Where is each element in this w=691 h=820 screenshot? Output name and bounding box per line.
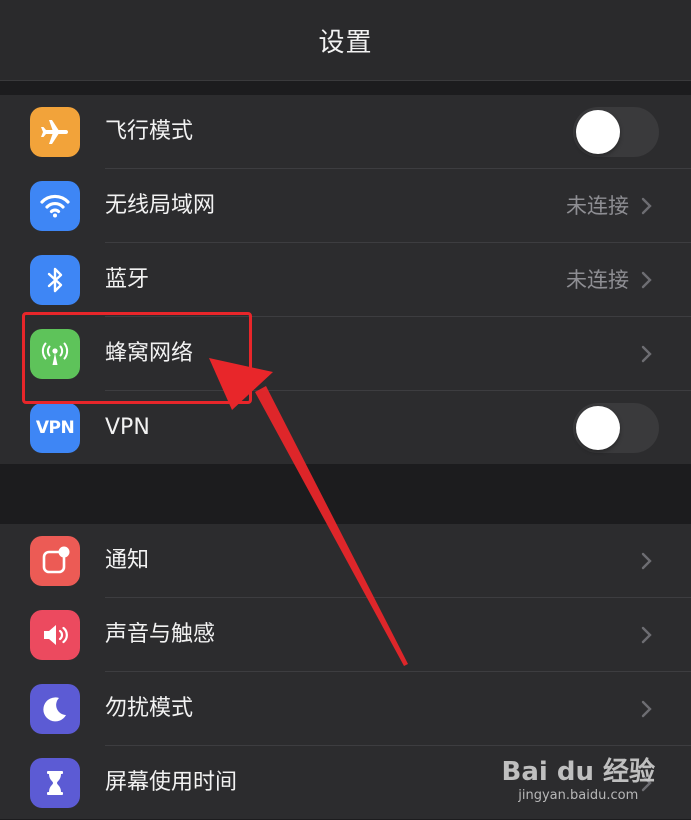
chevron-right-icon [641,626,652,644]
watermark: Bai du 经验 jingyan.baidu.com [502,751,656,803]
row-notifications[interactable]: 通知 [0,524,691,598]
highlight-box [22,312,252,404]
row-label: 屏幕使用时间 [105,770,238,795]
status-value: 未连接 [566,268,629,292]
chevron-right-icon [641,700,652,718]
hourglass-icon [30,758,80,808]
section-gap [0,81,691,95]
row-label: 无线局域网 [105,193,216,218]
row-label: 勿扰模式 [105,696,194,721]
row-airplane-mode[interactable]: 飞行模式 [0,95,691,169]
vpn-icon: VPN [30,403,80,453]
vpn-toggle[interactable] [573,403,659,453]
wifi-icon [30,181,80,231]
chevron-right-icon [641,197,652,215]
chevron-right-icon [641,345,652,363]
row-wlan[interactable]: 无线局域网 未连接 [0,169,691,243]
speaker-icon [30,610,80,660]
status-value: 未连接 [566,194,629,218]
page-title: 设置 [318,27,373,58]
row-label: 飞行模式 [105,119,194,144]
toggle-knob [576,110,620,154]
row-do-not-disturb[interactable]: 勿扰模式 [0,672,691,746]
connectivity-group: 飞行模式 无线局域网 未连接 蓝牙 未连接 蜂窝网络 VPN VPN [0,95,691,464]
navigation-bar: 设置 [0,0,691,81]
notifications-icon [30,536,80,586]
row-label: 蓝牙 [105,267,150,292]
row-label: 通知 [105,548,150,573]
airplane-mode-toggle[interactable] [573,107,659,157]
chevron-right-icon [641,552,652,570]
airplane-icon [30,107,80,157]
watermark-brand: Bai du 经验 [501,757,656,787]
chevron-right-icon [641,271,652,289]
moon-icon [30,684,80,734]
row-label: 声音与触感 [105,622,216,647]
watermark-url: jingyan.baidu.com [518,788,639,803]
row-sounds-haptics[interactable]: 声音与触感 [0,598,691,672]
toggle-knob [576,406,620,450]
vpn-icon-text: VPN [35,418,75,438]
row-bluetooth[interactable]: 蓝牙 未连接 [0,243,691,317]
bluetooth-icon [30,255,80,305]
